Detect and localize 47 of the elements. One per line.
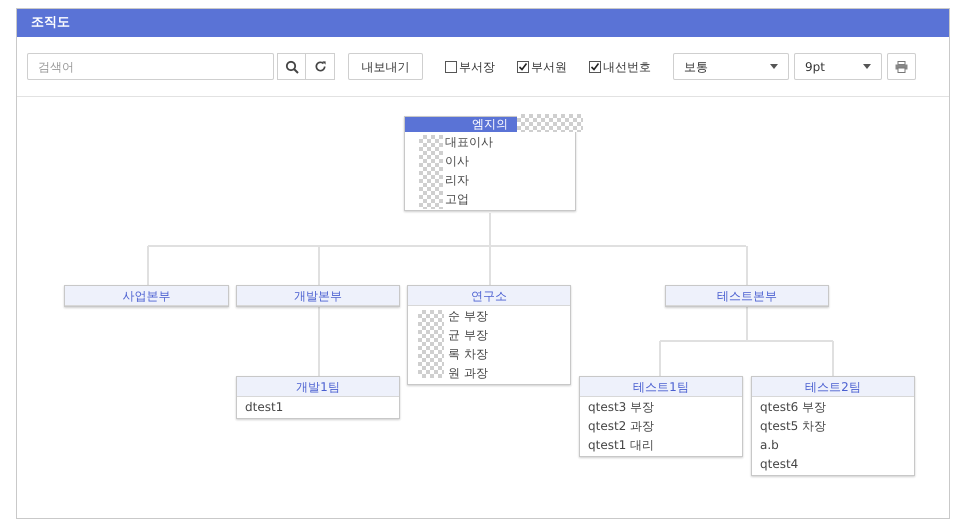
member-name: a.b xyxy=(759,437,780,454)
member-name: 균 부장 xyxy=(447,327,489,344)
redaction-mask xyxy=(517,114,583,132)
member-name: 리자 xyxy=(444,172,470,189)
search-button[interactable] xyxy=(277,53,306,80)
dropdown[interactable]: 보통 xyxy=(673,53,789,80)
search-icon xyxy=(284,60,298,74)
node-title: 개발본부 xyxy=(237,286,399,306)
member-name: qtest4 xyxy=(759,456,800,473)
member-name: qtest5 차장 xyxy=(759,418,828,435)
dropdown-value: 보통 xyxy=(684,58,708,76)
member-name: 원 과장 xyxy=(447,365,489,382)
export-button[interactable]: 내보내기 xyxy=(348,53,423,80)
node-title: 개발1팀 xyxy=(237,377,399,397)
member-name: qtest2 과장 xyxy=(587,418,656,435)
print-button[interactable] xyxy=(887,53,916,80)
node-title: 테스트1팀 xyxy=(580,377,742,397)
window-title: 조직도 xyxy=(31,14,70,32)
dropdown-value: 9pt xyxy=(805,58,825,76)
node-title: 연구소 xyxy=(408,286,570,306)
checkbox-label: 부서원 xyxy=(531,58,567,76)
member-name: qtest3 부장 xyxy=(587,399,656,416)
member-name: qtest6 부장 xyxy=(759,399,828,416)
checkbox[interactable] xyxy=(589,60,601,72)
checkbox[interactable] xyxy=(445,60,457,72)
node-title: 사업본부 xyxy=(65,286,228,306)
search-field[interactable]: 검색어 xyxy=(27,53,274,80)
check-icon xyxy=(590,62,600,72)
member-name: 대표이사 xyxy=(444,134,494,151)
node-title: 테스트2팀 xyxy=(752,377,914,397)
member-name: 순 부장 xyxy=(447,308,489,325)
member-name: qtest1 대리 xyxy=(587,437,656,454)
check-icon xyxy=(518,62,528,72)
node-title: 테스트본부 xyxy=(666,286,828,306)
caret-icon xyxy=(863,64,871,69)
member-name: 록 차장 xyxy=(447,346,489,363)
caret-icon xyxy=(770,64,778,69)
member-name: 고업 xyxy=(444,191,470,208)
checkbox-label: 부서장 xyxy=(459,58,495,76)
refresh-icon xyxy=(314,60,326,73)
checkbox[interactable] xyxy=(517,60,529,72)
member-name: 이사 xyxy=(444,153,470,170)
refresh-button[interactable] xyxy=(306,53,335,80)
printer-icon xyxy=(895,60,908,72)
checkbox-label: 내선번호 xyxy=(603,58,651,76)
dropdown[interactable]: 9pt xyxy=(794,53,882,80)
member-name: dtest1 xyxy=(244,399,284,416)
